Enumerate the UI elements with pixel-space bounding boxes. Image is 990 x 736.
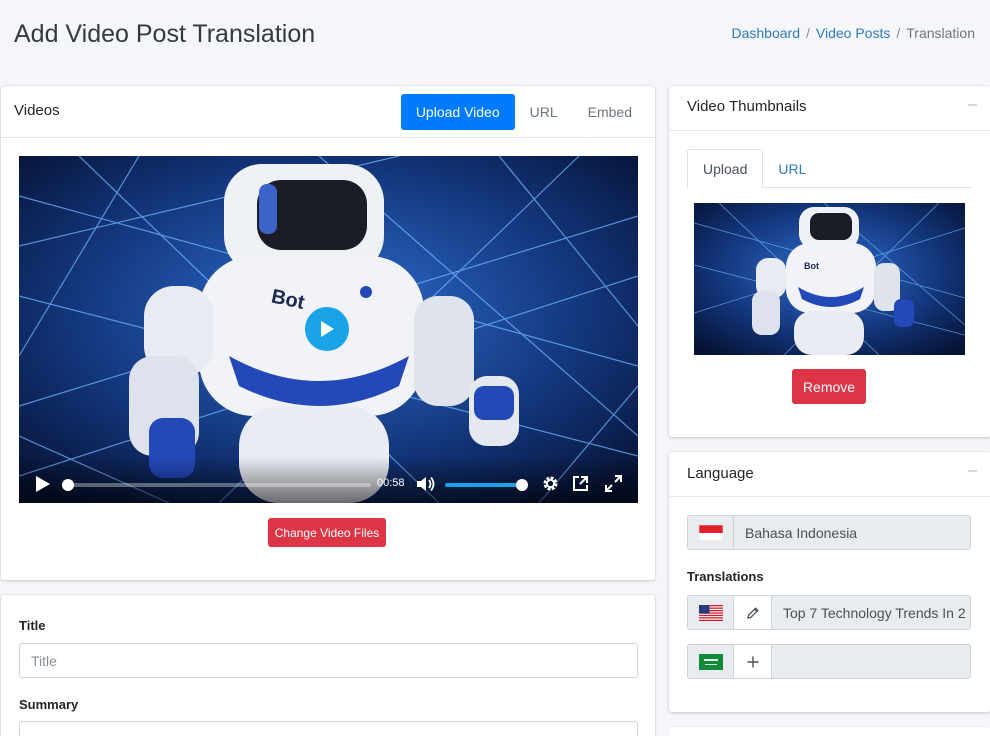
title-label: Title [19, 618, 46, 633]
breadcrumb-dashboard[interactable]: Dashboard [732, 25, 801, 41]
language-collapse-button[interactable]: – [968, 462, 977, 480]
current-language-name: Bahasa Indonesia [745, 524, 858, 541]
current-language-field: Bahasa Indonesia [687, 515, 971, 550]
videos-card-header: Videos Upload Video URL Embed [1, 86, 655, 138]
fullscreen-button[interactable] [605, 475, 622, 497]
mute-button[interactable] [416, 476, 436, 497]
video-source-tabs: Upload Video URL Embed [400, 94, 647, 130]
thumbnail-source-tabs: Upload URL [687, 149, 972, 189]
language-card-title: Language [687, 465, 754, 482]
gear-icon [543, 476, 558, 491]
language-card-header: Language – [669, 452, 990, 497]
breadcrumb-translation: Translation [906, 25, 975, 41]
translations-label: Translations [687, 569, 764, 584]
video-controls: 00:58 [19, 457, 638, 503]
tab-url[interactable]: URL [515, 94, 573, 130]
thumbnails-card-title: Video Thumbnails [687, 98, 807, 115]
current-time: 00:58 [377, 477, 405, 489]
title-input[interactable] [19, 643, 638, 678]
thumbnails-collapse-button[interactable]: – [968, 96, 977, 114]
thumbnail-robot-text: Bot [804, 261, 819, 271]
progress-bar[interactable] [67, 483, 371, 487]
translation-row [687, 644, 971, 679]
videos-card-title: Videos [14, 102, 60, 119]
volume-handle[interactable] [516, 479, 528, 491]
tab-embed[interactable]: Embed [573, 94, 647, 130]
saudi-flag-icon [688, 645, 734, 678]
edit-translation-button[interactable] [734, 596, 772, 629]
play-overlay-button[interactable] [305, 307, 349, 351]
video-thumbnails-card: Video Thumbnails – Upload URL Bot Remove [669, 86, 990, 437]
tab-thumbnail-url[interactable]: URL [763, 149, 821, 188]
videos-card: Videos Upload Video URL Embed Bot 00:58 … [1, 86, 655, 580]
thumbnails-card-header: Video Thumbnails – [669, 86, 990, 131]
breadcrumb-separator: / [806, 25, 810, 41]
breadcrumb-video-posts[interactable]: Video Posts [816, 25, 890, 41]
play-control-button[interactable] [35, 475, 51, 498]
translation-title: Top 7 Technology Trends In 2 [783, 604, 966, 621]
post-form-card: Title Summary [1, 595, 655, 736]
pencil-icon [746, 606, 759, 619]
volume-slider[interactable] [445, 483, 523, 487]
tab-thumbnail-upload[interactable]: Upload [687, 149, 764, 189]
tab-upload-video[interactable]: Upload Video [400, 94, 515, 130]
add-translation-button[interactable] [734, 645, 772, 678]
translation-title [772, 645, 794, 678]
indonesia-flag-icon [688, 516, 734, 549]
summary-editor[interactable] [19, 721, 638, 736]
change-video-files-button[interactable]: Change Video Files [268, 518, 386, 547]
progress-handle[interactable] [62, 479, 74, 491]
play-icon [321, 321, 334, 337]
settings-button[interactable] [542, 475, 559, 497]
remove-thumbnail-button[interactable]: Remove [792, 369, 866, 404]
plus-icon [747, 656, 758, 667]
external-link-icon [573, 476, 588, 491]
popout-button[interactable] [572, 475, 589, 497]
volume-icon [417, 476, 435, 492]
language-card: Language – Bahasa Indonesia Translations… [669, 452, 990, 712]
breadcrumb-separator: / [896, 25, 901, 41]
breadcrumb: Dashboard / Video Posts / Translation [732, 25, 976, 41]
translation-row: Top 7 Technology Trends In 2 [687, 595, 971, 630]
play-small-icon [36, 476, 50, 492]
us-flag-icon [688, 596, 734, 629]
summary-label: Summary [19, 697, 79, 712]
video-player[interactable]: Bot 00:58 [19, 156, 638, 503]
next-card-stub [669, 727, 990, 736]
thumbnail-preview-image: Bot [694, 203, 965, 355]
fullscreen-icon [605, 475, 622, 492]
page-title: Add Video Post Translation [14, 20, 316, 48]
